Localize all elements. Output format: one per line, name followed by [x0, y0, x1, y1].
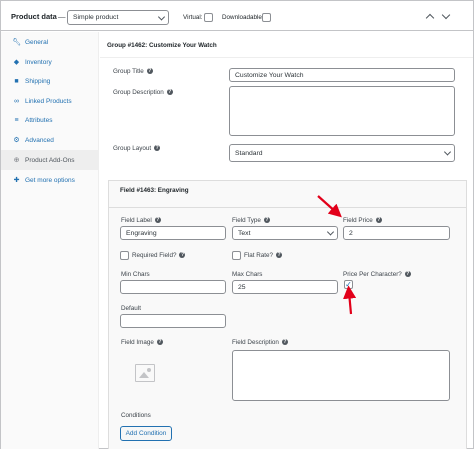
tab-general[interactable]: 🔧︎ General: [1, 32, 99, 52]
field-label-value: Engraving: [126, 229, 157, 237]
conditions-label: Conditions: [121, 412, 151, 419]
field-type-label: Field Type?: [232, 217, 270, 224]
product-data-tabs: 🔧︎ General ◆ Inventory ■ Shipping ∞ Link…: [1, 32, 99, 449]
flat-rate-label: Flat Rate??: [244, 252, 283, 259]
max-chars-input[interactable]: 25: [232, 280, 338, 294]
virtual-label: Virtual:: [183, 14, 203, 21]
downloadable-checkbox[interactable]: [262, 13, 271, 22]
help-icon: ?: [404, 271, 411, 278]
help-icon: ?: [146, 68, 153, 75]
add-condition-button[interactable]: Add Condition: [120, 426, 172, 441]
link-icon: ∞: [14, 97, 19, 105]
help-icon: ?: [154, 217, 161, 224]
required-field-label: Required Field??: [132, 252, 186, 259]
tab-general-label: General: [25, 38, 49, 46]
tag-icon: ◆: [13, 59, 20, 66]
min-chars-label: Min Chars: [121, 271, 150, 278]
field-price-value: 2: [349, 229, 353, 237]
product-data-panel: Product data — Simple product Virtual: D…: [0, 0, 474, 449]
group-title-input[interactable]: Customize Your Watch: [229, 68, 455, 82]
field-header[interactable]: Field #1463: Engraving: [109, 181, 466, 208]
help-icon: ?: [281, 339, 288, 346]
tab-shipping[interactable]: ■ Shipping: [1, 71, 99, 91]
help-icon: ?: [156, 339, 163, 346]
field-type-select[interactable]: Text: [232, 226, 338, 240]
required-field-checkbox[interactable]: [120, 251, 129, 260]
field-description-label: Field Description?: [232, 339, 288, 346]
tab-inventory[interactable]: ◆ Inventory: [1, 52, 99, 72]
wrench-icon: 🔧︎: [12, 39, 21, 46]
tab-attributes[interactable]: ≡ Attributes: [1, 110, 99, 130]
min-chars-input[interactable]: [120, 280, 226, 294]
field-price-input[interactable]: 2: [343, 226, 450, 240]
puzzle-icon: ✚: [13, 177, 20, 184]
tab-linked-products-label: Linked Products: [25, 97, 72, 105]
image-placeholder-icon[interactable]: [135, 364, 155, 382]
tab-product-add-ons-label: Product Add-Ons: [25, 156, 75, 164]
group-layout-label: Group Layout?: [113, 145, 161, 152]
group-title-value: Customize Your Watch: [235, 71, 304, 79]
field-header-title: Field #1463: Engraving: [120, 187, 189, 194]
plus-circle-icon: ⊕: [13, 157, 20, 164]
list-icon: ≡: [14, 116, 19, 124]
gear-icon: ⚙: [13, 137, 20, 144]
help-icon: ?: [276, 252, 283, 259]
field-image-label: Field Image?: [121, 339, 163, 346]
help-icon: ?: [263, 217, 270, 224]
downloadable-label: Downloadable:: [222, 14, 264, 21]
group-header-title: Group #1462: Customize Your Watch: [107, 42, 217, 49]
max-chars-value: 25: [238, 283, 246, 291]
group-description-label: Group Description?: [113, 89, 173, 96]
price-per-character-checkbox[interactable]: ✓: [344, 280, 353, 289]
group-layout-select[interactable]: Standard: [229, 144, 455, 162]
tab-linked-products[interactable]: ∞ Linked Products: [1, 91, 99, 111]
tab-attributes-label: Attributes: [25, 116, 53, 124]
field-type-value: Text: [238, 229, 251, 237]
field-label-label: Field Label?: [121, 217, 161, 224]
checkmark-icon: ✓: [345, 280, 352, 289]
group-description-textarea[interactable]: [229, 86, 455, 136]
field-price-label: Field Price?: [343, 217, 382, 224]
product-type-value: Simple product: [73, 14, 119, 21]
field-label-input[interactable]: Engraving: [120, 226, 226, 240]
tab-shipping-label: Shipping: [25, 77, 51, 85]
chevron-up-icon[interactable]: [426, 12, 434, 20]
tab-get-more-options-label: Get more options: [25, 176, 75, 184]
default-input[interactable]: [120, 314, 226, 328]
tab-advanced[interactable]: ⚙ Advanced: [1, 130, 99, 150]
product-data-header: Product data — Simple product Virtual: D…: [1, 1, 473, 31]
product-type-select[interactable]: Simple product: [67, 10, 169, 25]
help-icon: ?: [166, 89, 173, 96]
truck-icon: ■: [14, 77, 19, 85]
help-icon: ?: [179, 252, 186, 259]
default-label: Default: [121, 305, 141, 312]
chevron-down-icon[interactable]: [442, 12, 450, 20]
add-ons-content: Group #1462: Customize Your Watch Group …: [100, 32, 473, 449]
flat-rate-checkbox[interactable]: [232, 251, 241, 260]
group-header[interactable]: Group #1462: Customize Your Watch: [100, 32, 473, 58]
group-layout-value: Standard: [235, 149, 263, 157]
virtual-checkbox[interactable]: [204, 13, 213, 22]
tab-advanced-label: Advanced: [25, 136, 54, 144]
title-dash: —: [58, 12, 66, 21]
chevron-down-icon: [157, 12, 166, 21]
price-per-character-label: Price Per Character??: [343, 271, 411, 278]
product-data-title: Product data: [11, 12, 57, 21]
help-icon: ?: [375, 217, 382, 224]
chevron-down-icon: [443, 148, 452, 156]
chevron-down-icon: [326, 228, 335, 236]
tab-get-more-options[interactable]: ✚ Get more options: [1, 170, 99, 190]
field-description-textarea[interactable]: [232, 350, 450, 401]
tab-inventory-label: Inventory: [25, 58, 52, 66]
max-chars-label: Max Chars: [232, 271, 263, 278]
group-title-label: Group Title?: [113, 68, 153, 75]
help-icon: ?: [154, 145, 161, 152]
tab-product-add-ons[interactable]: ⊕ Product Add-Ons: [1, 150, 99, 170]
field-box: Field #1463: Engraving Field Label? Engr…: [108, 180, 467, 449]
